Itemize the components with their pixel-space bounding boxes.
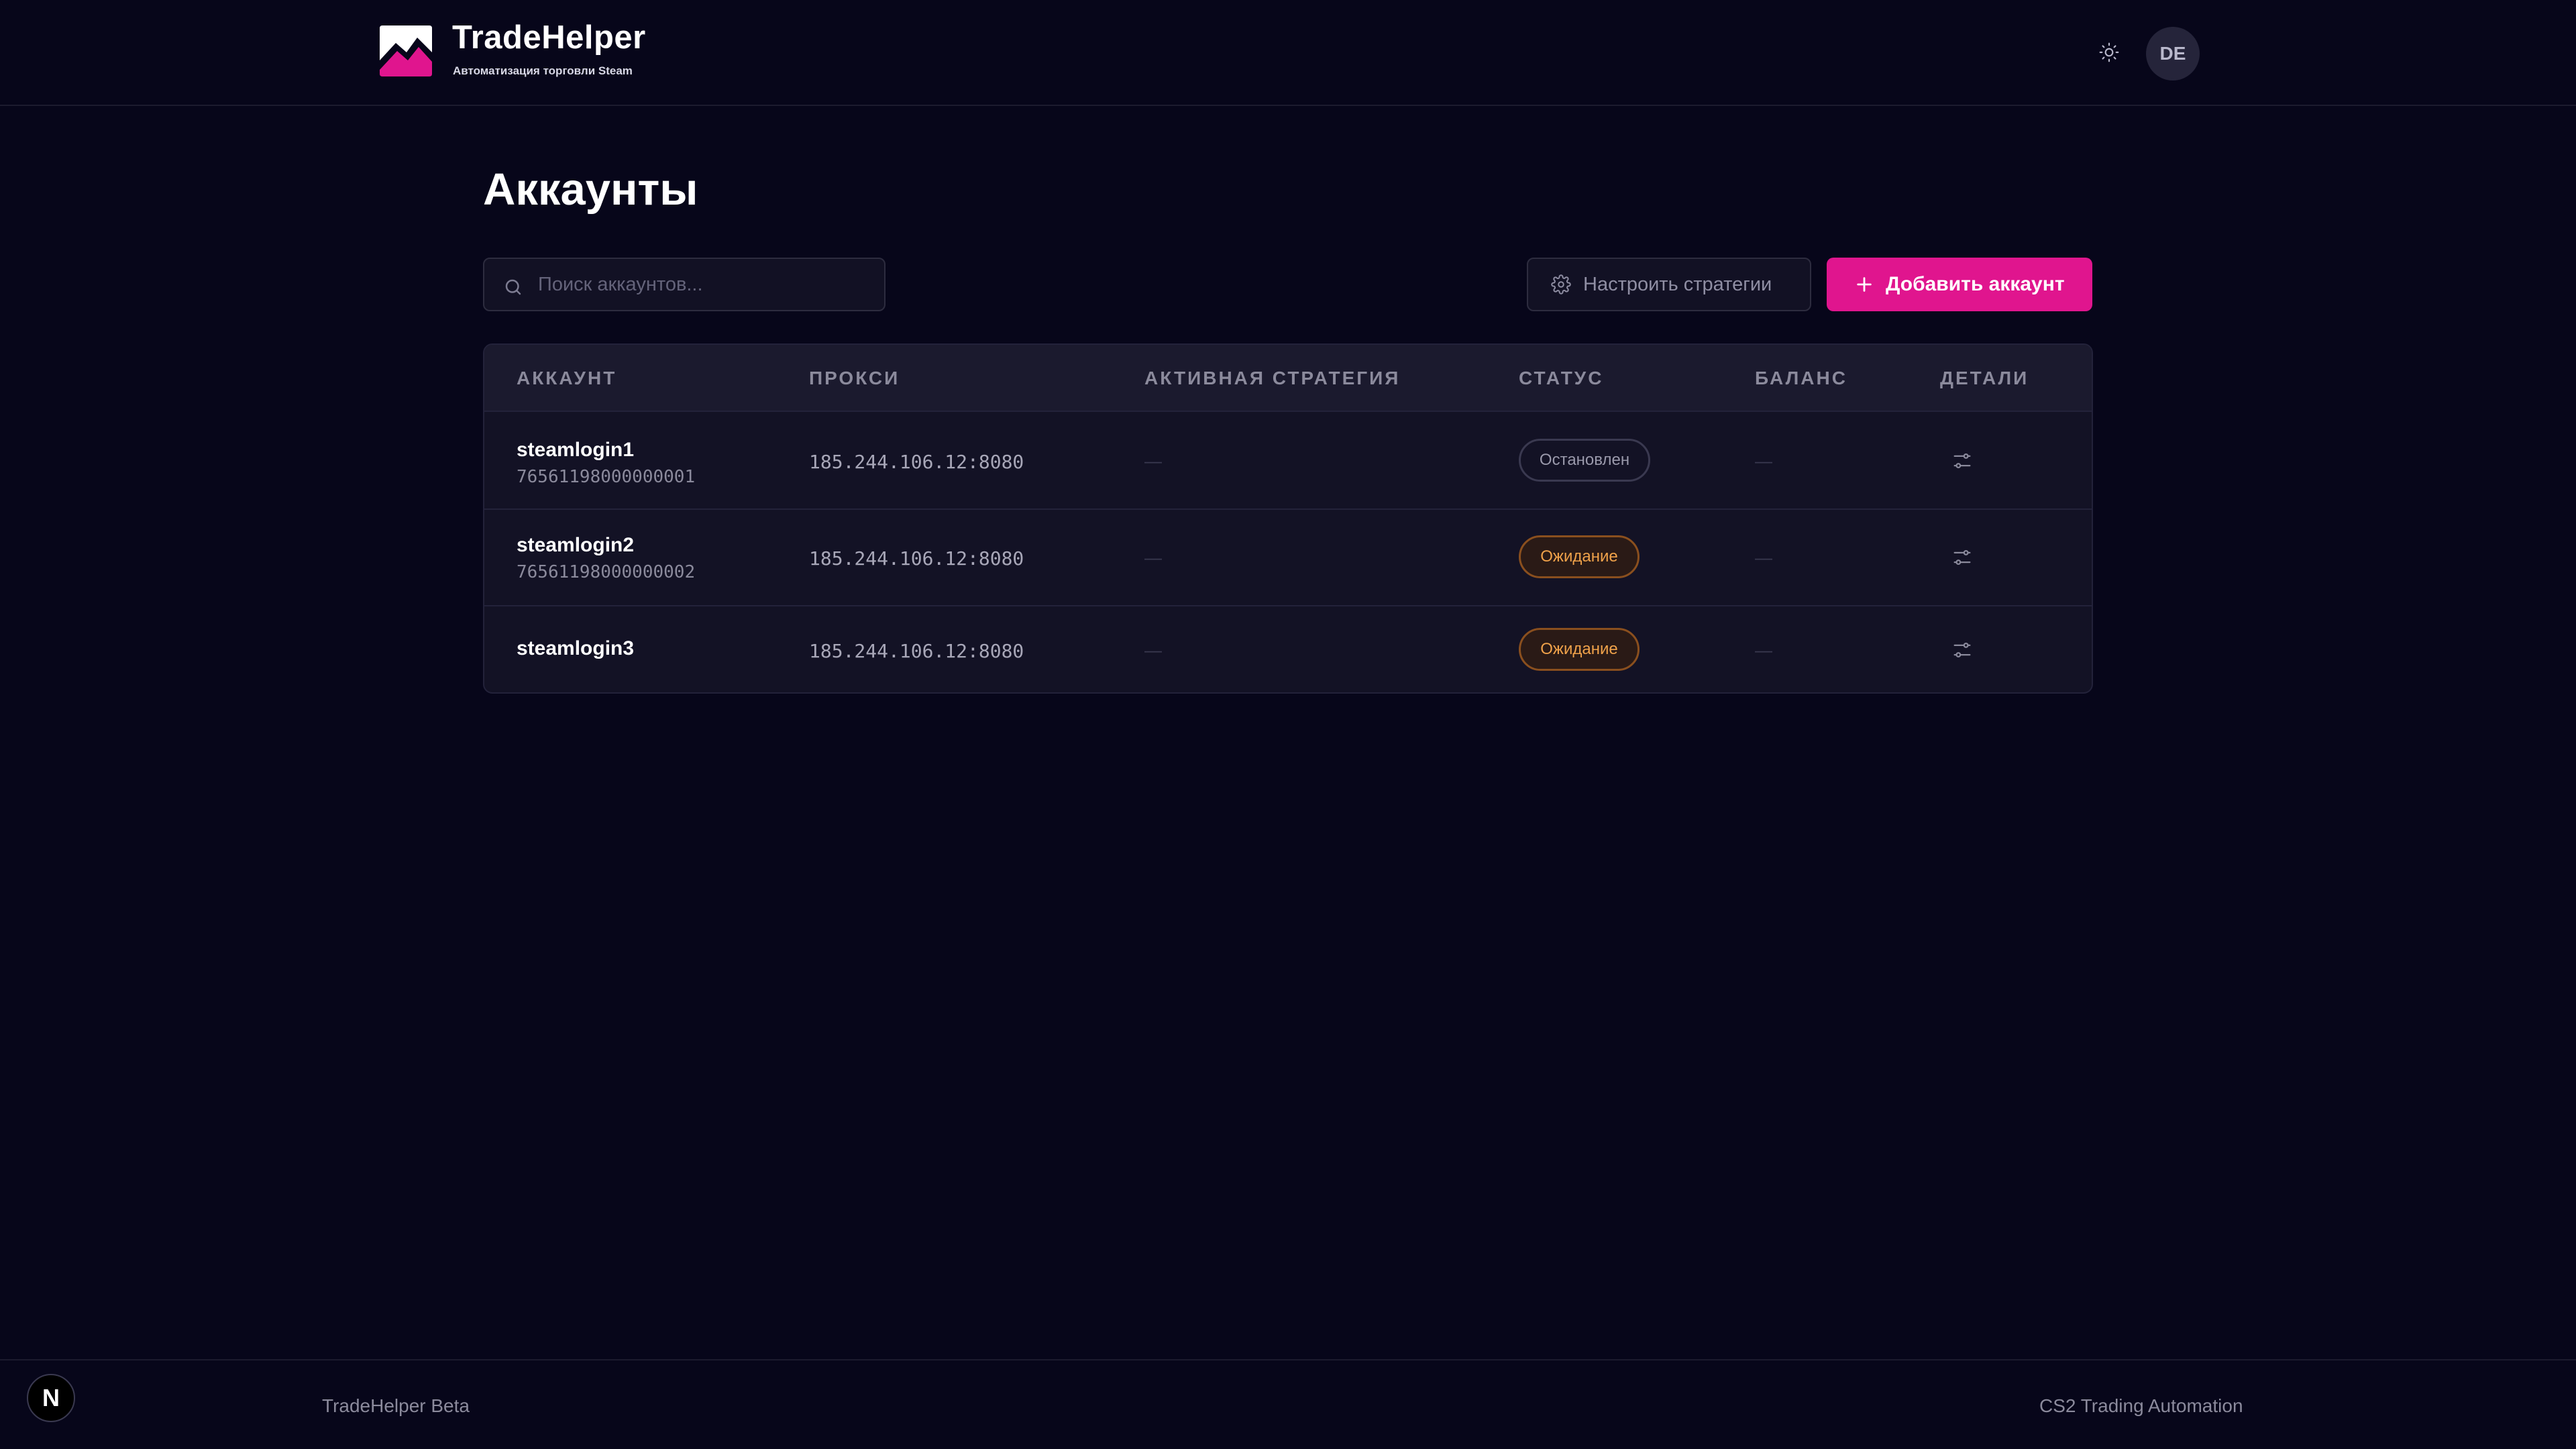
add-account-label: Добавить аккаунт [1886,273,2065,295]
plus-icon [1857,277,1872,292]
account-login: steamlogin3 [517,637,635,659]
account-balance: — [1755,451,1772,471]
footer-left-text: TradeHelper Beta [322,1395,470,1416]
account-balance: — [1755,547,1772,568]
configure-strategies-button[interactable]: Настроить стратегии [1527,258,1811,311]
column-header-strategy[interactable]: АКТИВНАЯ СТРАТЕГИЯ [1144,368,1400,389]
account-strategy: — [1144,547,1162,568]
nextjs-dev-badge[interactable]: N [27,1374,75,1422]
footer-right-text: CS2 Trading Automation [2039,1395,2243,1416]
column-header-proxy[interactable]: ПРОКСИ [809,368,900,389]
account-steam-id: 76561198000000002 [517,562,696,582]
sun-icon [2099,42,2119,62]
table-row[interactable]: steamlogin2 76561198000000002 185.244.10… [484,510,2092,606]
search-input[interactable] [538,259,873,310]
status-badge: Ожидание [1519,628,1640,671]
user-avatar[interactable]: DE [2146,27,2200,80]
column-header-status[interactable]: СТАТУС [1519,368,1603,389]
gear-icon [1551,274,1571,294]
sliders-icon[interactable] [1951,449,1974,472]
configure-strategies-label: Настроить стратегии [1583,273,1772,295]
add-account-button[interactable]: Добавить аккаунт [1827,258,2092,311]
account-proxy: 185.244.106.12:8080 [809,451,1024,473]
brand-title: TradeHelper [452,19,646,56]
sliders-icon[interactable] [1951,639,1974,661]
accounts-table: АККАУНТ ПРОКСИ АКТИВНАЯ СТРАТЕГИЯ СТАТУС… [483,343,2093,694]
status-badge: Остановлен [1519,439,1650,482]
column-header-details[interactable]: ДЕТАЛИ [1940,368,2029,389]
brand-subtitle: Автоматизация торговли Steam [453,64,633,77]
search-box [483,258,885,311]
account-login: steamlogin1 [517,439,635,461]
status-badge: Ожидание [1519,535,1640,578]
account-balance: — [1755,640,1772,660]
top-header: TradeHelper Автоматизация торговли Steam… [0,0,2576,106]
table-row[interactable]: steamlogin3 185.244.106.12:8080 — Ожидан… [484,606,2092,692]
account-login: steamlogin2 [517,534,635,556]
table-row[interactable]: steamlogin1 76561198000000001 185.244.10… [484,413,2092,510]
search-icon [505,279,521,295]
page-title: Аккаунты [483,164,698,215]
account-strategy: — [1144,640,1162,660]
account-proxy: 185.244.106.12:8080 [809,640,1024,662]
account-steam-id: 76561198000000001 [517,467,696,487]
logo-icon[interactable] [377,23,435,79]
footer: N TradeHelper Beta CS2 Trading Automatio… [0,1359,2576,1449]
theme-toggle-button[interactable] [2096,39,2123,66]
table-header: АККАУНТ ПРОКСИ АКТИВНАЯ СТРАТЕГИЯ СТАТУС… [484,345,2092,412]
column-header-balance[interactable]: БАЛАНС [1755,368,1847,389]
column-header-account[interactable]: АККАУНТ [517,368,616,389]
account-proxy: 185.244.106.12:8080 [809,547,1024,570]
sliders-icon[interactable] [1951,546,1974,569]
account-strategy: — [1144,451,1162,471]
